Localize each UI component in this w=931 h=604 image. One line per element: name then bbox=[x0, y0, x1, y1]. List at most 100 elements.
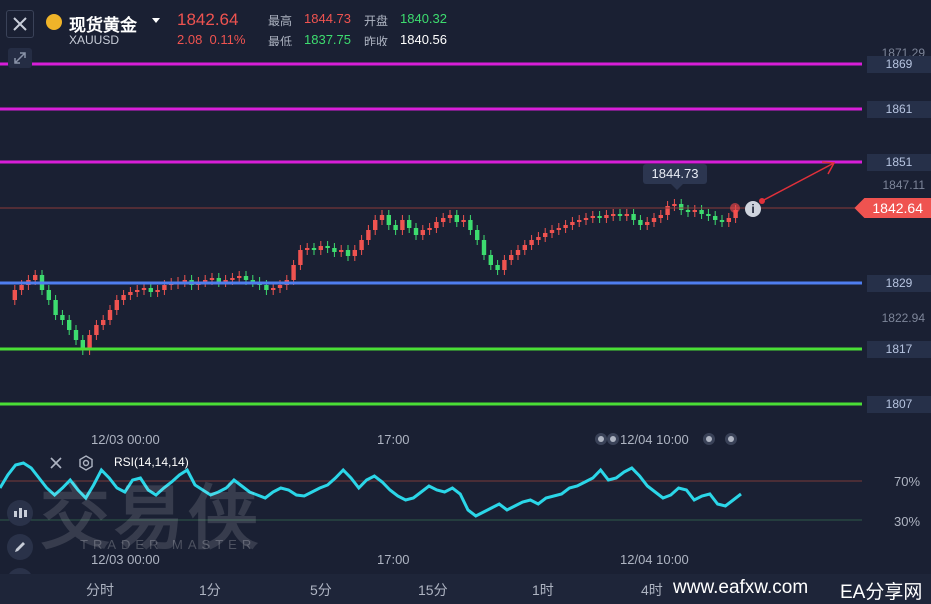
trend-anchor[interactable] bbox=[759, 198, 765, 204]
candle-body bbox=[379, 215, 385, 220]
candle-body bbox=[638, 220, 643, 225]
candle-body bbox=[141, 288, 147, 290]
candle-body bbox=[454, 215, 459, 222]
candle-body bbox=[461, 220, 466, 222]
candle-body bbox=[651, 218, 657, 222]
level-tag-1807[interactable]: 1807 bbox=[867, 396, 931, 413]
candle-body bbox=[73, 330, 79, 340]
candle-body bbox=[162, 285, 167, 290]
candle-body bbox=[19, 285, 24, 290]
candle-body bbox=[325, 246, 330, 248]
candle-body bbox=[128, 292, 133, 295]
candle-body bbox=[339, 250, 344, 252]
candle-body bbox=[359, 240, 364, 250]
candle-body bbox=[305, 248, 310, 250]
tf-1m[interactable]: 1分 bbox=[199, 580, 221, 600]
candle-body bbox=[155, 290, 160, 292]
candle-body bbox=[216, 278, 221, 282]
candle-body bbox=[475, 230, 480, 240]
candle-body bbox=[46, 290, 51, 300]
tf-15m[interactable]: 15分 bbox=[418, 580, 448, 600]
expand-button[interactable] bbox=[8, 48, 32, 68]
event-markers[interactable] bbox=[594, 432, 744, 451]
candle-body bbox=[713, 216, 718, 220]
candle-body bbox=[148, 288, 153, 292]
candle-body bbox=[706, 214, 711, 216]
candle-body bbox=[393, 225, 398, 230]
candle-body bbox=[543, 233, 548, 237]
candle-body bbox=[135, 290, 140, 292]
candle-body bbox=[209, 278, 215, 280]
candle-body bbox=[617, 214, 623, 216]
candle-body bbox=[556, 228, 561, 230]
rsi-settings-button[interactable] bbox=[78, 455, 94, 476]
candle-body bbox=[407, 220, 412, 228]
indicator-tool-button[interactable] bbox=[7, 500, 33, 526]
candle-body bbox=[658, 215, 663, 218]
candle-body bbox=[672, 204, 677, 206]
footer-brand: EA分享网 bbox=[840, 582, 923, 603]
tf-1h[interactable]: 1时 bbox=[532, 580, 554, 600]
candle-body bbox=[230, 278, 235, 280]
rsi-70-label: 70% bbox=[894, 474, 921, 489]
candle-body bbox=[665, 206, 670, 215]
candle-body bbox=[679, 204, 684, 210]
candle-body bbox=[12, 290, 17, 300]
candle-body bbox=[311, 248, 317, 250]
candles-icon bbox=[14, 508, 27, 518]
candle-body bbox=[94, 325, 99, 335]
candle-body bbox=[427, 228, 432, 230]
candle-body bbox=[536, 237, 541, 240]
candle-body bbox=[60, 315, 65, 320]
candle-body bbox=[611, 214, 616, 216]
candle-body bbox=[277, 285, 283, 288]
candle-body bbox=[386, 215, 391, 225]
rsi-close-button[interactable] bbox=[48, 455, 64, 476]
tf-5m[interactable]: 5分 bbox=[310, 580, 332, 600]
candle-body bbox=[420, 230, 425, 235]
event-dots-icon bbox=[595, 433, 737, 445]
candle-body bbox=[495, 265, 500, 270]
level-tag-1851[interactable]: 1851 bbox=[867, 154, 931, 171]
draw-tool-button[interactable] bbox=[7, 534, 33, 560]
candle-body bbox=[243, 276, 249, 280]
level-tag-1861[interactable]: 1861 bbox=[867, 101, 931, 118]
candle-body bbox=[33, 275, 38, 280]
tf-4h[interactable]: 4时 bbox=[641, 580, 663, 600]
candle-body bbox=[509, 255, 514, 260]
rsi-label: RSI(14,14,14) bbox=[114, 455, 189, 469]
candle-body bbox=[685, 210, 691, 212]
candle-body bbox=[502, 260, 507, 270]
candle-body bbox=[692, 210, 697, 212]
candle-body bbox=[318, 246, 323, 250]
rsi-time-label-3: 12/04 10:00 bbox=[620, 552, 689, 567]
gear-icon bbox=[79, 455, 93, 471]
candle-body bbox=[583, 218, 589, 220]
candle-body bbox=[563, 225, 568, 228]
candle-body bbox=[264, 285, 269, 290]
candle-body bbox=[597, 216, 602, 218]
candle-body bbox=[604, 215, 609, 218]
candle-body bbox=[345, 250, 351, 256]
candle-body bbox=[447, 215, 453, 218]
candle-body bbox=[298, 250, 303, 265]
high-tooltip: 1844.73 bbox=[643, 164, 707, 190]
level-tag-1829[interactable]: 1829 bbox=[867, 275, 931, 292]
level-tag-1817[interactable]: 1817 bbox=[867, 341, 931, 358]
expand-arrows-icon bbox=[14, 52, 26, 64]
candle-body bbox=[488, 255, 493, 265]
footer-site: www.eafxw.com bbox=[673, 577, 809, 598]
rsi-time-label-2: 17:00 bbox=[377, 552, 410, 567]
candle-body bbox=[53, 300, 58, 315]
candle-body bbox=[101, 320, 106, 325]
candle-body bbox=[441, 218, 446, 222]
tf-tick[interactable]: 分时 bbox=[86, 580, 114, 600]
candle-body bbox=[366, 230, 371, 240]
candle-body bbox=[570, 222, 575, 225]
axis-value-1822: 1822.94 bbox=[881, 311, 925, 325]
current-price-tag: 1842.64 bbox=[854, 198, 931, 218]
info-icon[interactable]: i bbox=[745, 201, 761, 217]
level-tag-1869[interactable]: 1869 bbox=[867, 56, 931, 73]
close-icon bbox=[50, 457, 62, 469]
candle-body bbox=[237, 276, 242, 278]
